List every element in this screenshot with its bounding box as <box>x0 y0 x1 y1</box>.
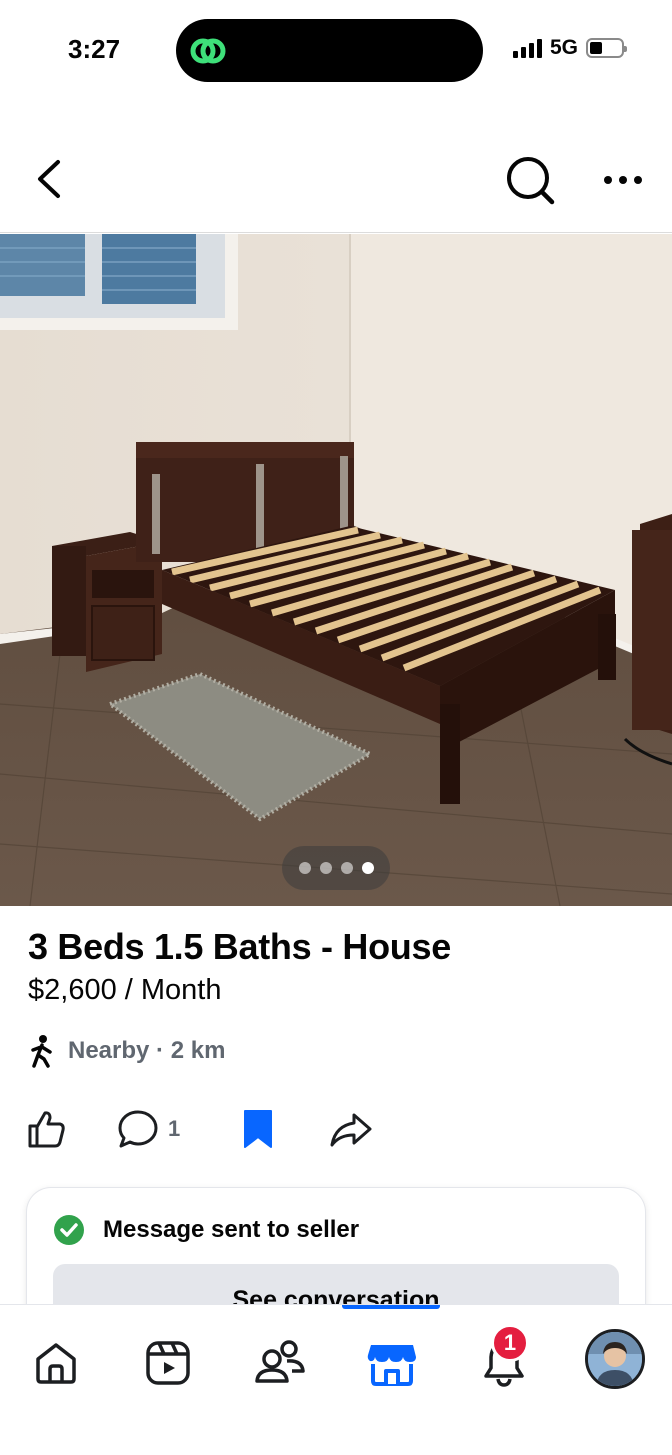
bottom-tab-bar: 1 <box>0 1304 672 1455</box>
status-bar: 3:27 5G <box>0 0 672 100</box>
pager-dot[interactable] <box>340 862 353 874</box>
search-button[interactable] <box>500 154 560 210</box>
message-status-text: Message sent to seller <box>103 1216 360 1243</box>
pager-dot[interactable] <box>298 862 311 874</box>
tab-friends[interactable] <box>250 1333 310 1393</box>
photo-pager[interactable] <box>282 846 390 890</box>
like-button[interactable] <box>24 1104 68 1154</box>
friends-icon <box>255 1340 305 1383</box>
battery-icon <box>586 38 627 58</box>
signal-icon <box>512 38 542 58</box>
avatar <box>588 1332 642 1386</box>
search-icon <box>507 157 555 205</box>
header-bar <box>0 140 672 220</box>
listing-location: Nearby · 2 km <box>28 1034 225 1068</box>
status-time: 3:27 <box>68 34 121 64</box>
pager-dot[interactable] <box>319 862 332 874</box>
listing-price: $2,600 / Month <box>28 974 222 1006</box>
location-text: Nearby · 2 km <box>68 1037 226 1064</box>
tab-video[interactable] <box>138 1333 198 1393</box>
notification-badge: 1 <box>491 1324 529 1362</box>
more-options-button[interactable] <box>596 160 650 200</box>
marketplace-icon <box>367 1345 416 1386</box>
back-button[interactable] <box>30 154 70 204</box>
walking-person-icon <box>31 1035 52 1068</box>
link-chain-icon <box>190 38 226 64</box>
action-row: 1 <box>24 1104 424 1154</box>
share-button[interactable] <box>328 1104 374 1154</box>
share-arrow-icon <box>330 1113 372 1147</box>
reels-icon <box>146 1341 190 1385</box>
thumbs-up-icon <box>28 1111 65 1148</box>
header-divider <box>0 232 672 233</box>
chevron-left-icon <box>38 160 60 198</box>
listing-title: 3 Beds 1.5 Baths - House <box>28 926 451 967</box>
comment-count: 1 <box>168 1116 181 1141</box>
comment-button[interactable]: 1 <box>116 1104 180 1154</box>
message-status-row: Message sent to seller <box>53 1214 359 1246</box>
tab-marketplace[interactable] <box>362 1333 422 1393</box>
tab-home[interactable] <box>26 1333 86 1393</box>
check-circle-icon <box>54 1215 84 1245</box>
comment-icon <box>118 1110 158 1148</box>
tab-profile-avatar[interactable] <box>585 1329 645 1389</box>
status-indicators: 5G <box>512 36 627 60</box>
active-tab-indicator <box>342 1305 440 1309</box>
dynamic-island[interactable] <box>176 19 483 82</box>
bed-photo-illustration <box>0 234 672 906</box>
home-icon <box>36 1343 76 1384</box>
network-type: 5G <box>549 36 578 59</box>
save-button[interactable] <box>238 1104 278 1154</box>
more-horizontal-icon <box>604 176 642 184</box>
bookmark-filled-icon <box>244 1110 272 1148</box>
listing-photo[interactable] <box>0 234 672 906</box>
pager-dot-active[interactable] <box>361 862 374 874</box>
